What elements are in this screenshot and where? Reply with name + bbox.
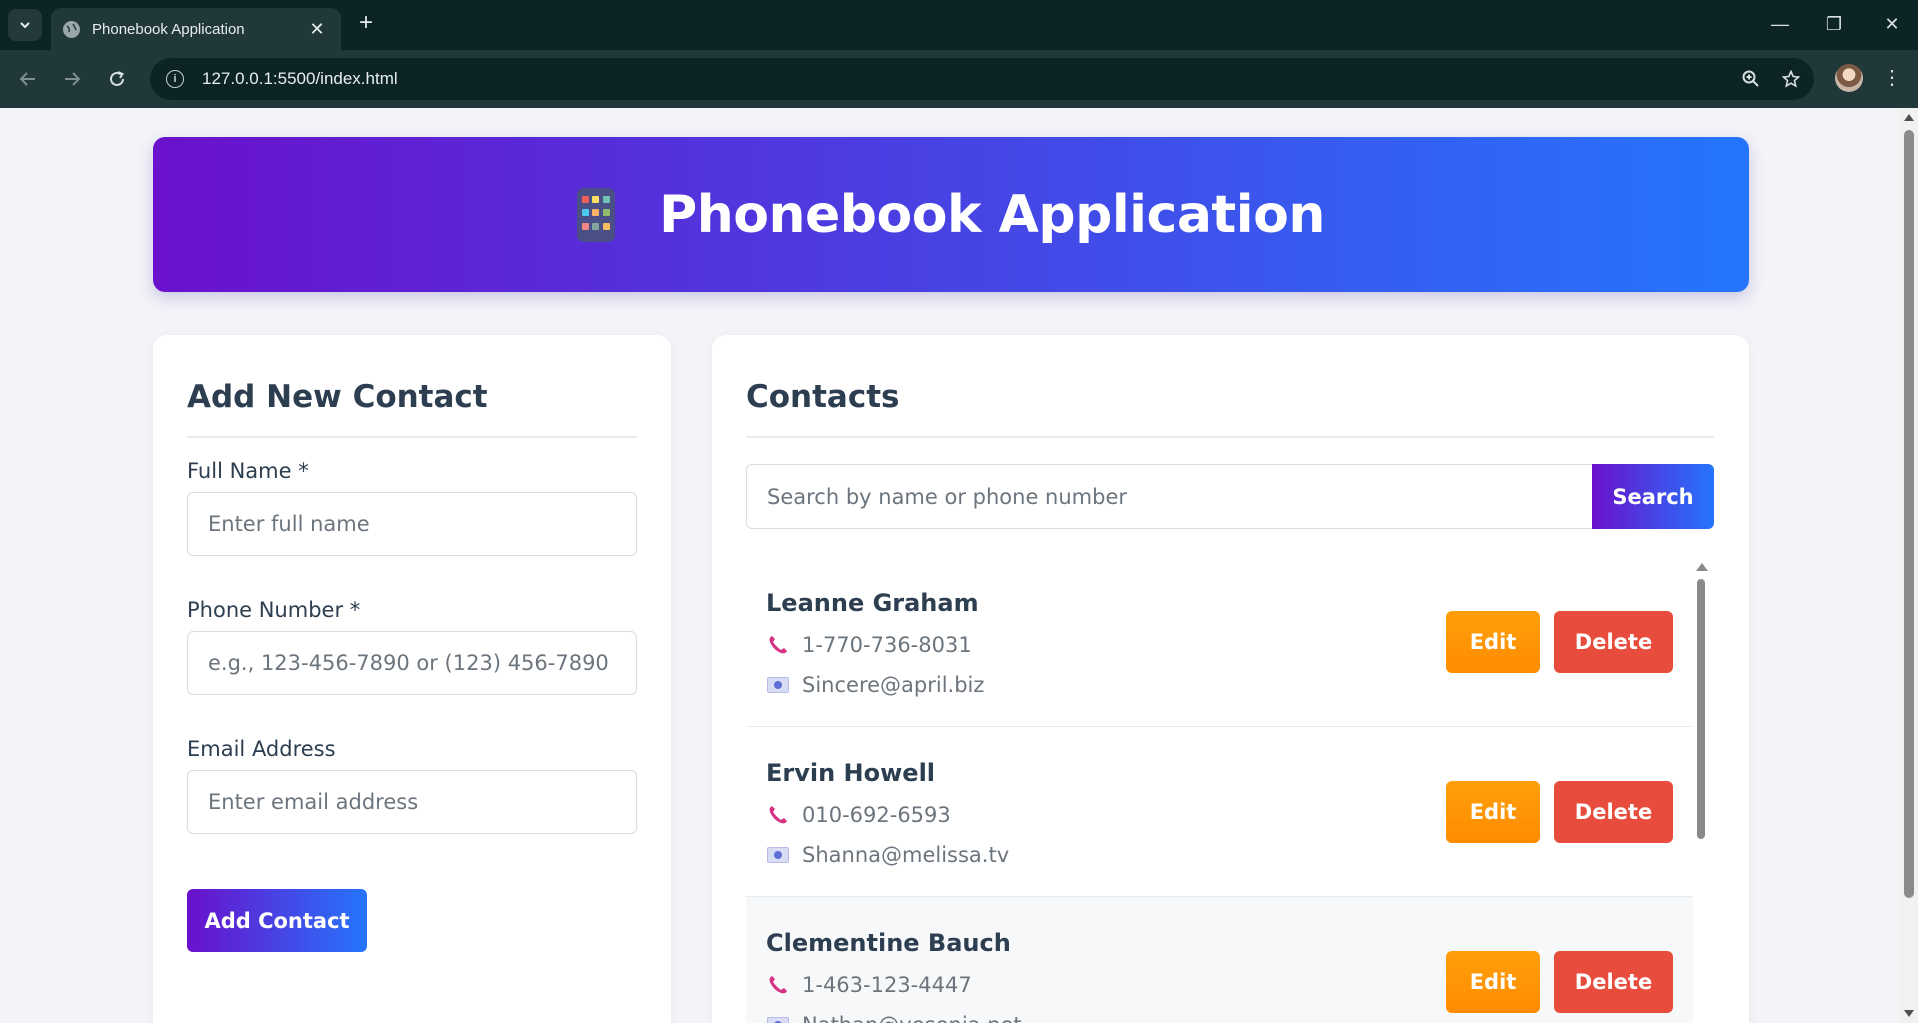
tab-search-button[interactable] bbox=[8, 9, 42, 41]
back-button[interactable] bbox=[12, 63, 44, 95]
edit-button[interactable]: Edit bbox=[1446, 951, 1540, 1013]
close-tab-icon[interactable]: ✕ bbox=[307, 19, 327, 40]
page-viewport: Phonebook Application Add New Contact Fu… bbox=[0, 108, 1900, 1023]
delete-button[interactable]: Delete bbox=[1554, 951, 1673, 1013]
scrollbar-thumb[interactable] bbox=[1904, 130, 1914, 898]
contact-phone: 1-770-736-8031 bbox=[802, 633, 972, 657]
full-name-label: Full Name * bbox=[187, 459, 309, 483]
edit-button[interactable]: Edit bbox=[1446, 781, 1540, 843]
scroll-up-arrow-icon[interactable] bbox=[1696, 563, 1708, 571]
contacts-list-scrollbar[interactable] bbox=[1694, 557, 1708, 1023]
divider bbox=[746, 436, 1714, 438]
contact-name: Clementine Bauch bbox=[766, 929, 1011, 957]
contact-email: Nathan@yesenia.net bbox=[802, 1013, 1022, 1023]
page-scrollbar[interactable] bbox=[1900, 108, 1918, 1023]
envelope-icon bbox=[766, 673, 790, 697]
scroll-up-arrow-icon[interactable] bbox=[1904, 114, 1914, 121]
arrow-right-icon bbox=[65, 72, 81, 86]
telephone-icon bbox=[766, 973, 790, 997]
app-header-banner: Phonebook Application bbox=[153, 137, 1749, 292]
site-info-icon[interactable]: i bbox=[166, 70, 184, 88]
profile-avatar[interactable] bbox=[1835, 64, 1863, 92]
address-bar[interactable]: i 127.0.0.1:5500/index.html bbox=[150, 58, 1814, 100]
add-contact-button[interactable]: Add Contact bbox=[187, 889, 367, 952]
contact-name: Ervin Howell bbox=[766, 759, 936, 787]
tab-title: Phonebook Application bbox=[92, 20, 245, 38]
telephone-icon bbox=[766, 803, 790, 827]
full-name-input[interactable] bbox=[187, 492, 637, 556]
contacts-heading: Contacts bbox=[746, 379, 900, 415]
reload-icon bbox=[110, 71, 124, 86]
contact-email-row: Shanna@melissa.tv bbox=[766, 843, 1009, 867]
contact-phone-row: 010-692-6593 bbox=[766, 803, 951, 827]
contact-item: Leanne Graham 1-770-736-8031 Sincere@apr… bbox=[746, 557, 1693, 727]
contact-phone-row: 1-463-123-4447 bbox=[766, 973, 972, 997]
zoom-icon[interactable] bbox=[1734, 62, 1768, 96]
contact-phone-row: 1-770-736-8031 bbox=[766, 633, 972, 657]
envelope-icon bbox=[766, 843, 790, 867]
bookmark-star-icon[interactable] bbox=[1774, 62, 1808, 96]
contact-item: Clementine Bauch 1-463-123-4447 Nathan@y… bbox=[746, 897, 1693, 1023]
contacts-card: Contacts Search Leanne Graham 1-770-736-… bbox=[712, 335, 1749, 1023]
delete-button[interactable]: Delete bbox=[1554, 611, 1673, 673]
contact-name: Leanne Graham bbox=[766, 589, 979, 617]
browser-menu-icon[interactable]: ⋮ bbox=[1880, 63, 1904, 95]
scroll-down-arrow-icon[interactable] bbox=[1904, 1010, 1914, 1017]
email-address-label: Email Address bbox=[187, 737, 336, 761]
mobile-phone-icon bbox=[577, 187, 616, 242]
contact-email-row: Nathan@yesenia.net bbox=[766, 1013, 1022, 1023]
contacts-list: Leanne Graham 1-770-736-8031 Sincere@apr… bbox=[746, 557, 1693, 1023]
phone-number-input[interactable] bbox=[187, 631, 637, 695]
globe-icon bbox=[63, 20, 80, 38]
edit-button[interactable]: Edit bbox=[1446, 611, 1540, 673]
restore-window-button[interactable]: ❐ bbox=[1814, 10, 1854, 38]
app-title: Phonebook Application bbox=[659, 184, 1325, 245]
minimize-window-button[interactable]: — bbox=[1760, 10, 1800, 38]
contact-phone: 010-692-6593 bbox=[802, 803, 951, 827]
telephone-icon bbox=[766, 633, 790, 657]
contact-item: Ervin Howell 010-692-6593 Shanna@melissa… bbox=[746, 727, 1693, 897]
contact-email: Shanna@melissa.tv bbox=[802, 843, 1010, 867]
contact-email: Sincere@april.biz bbox=[802, 673, 985, 697]
envelope-icon bbox=[766, 1013, 790, 1023]
contact-phone: 1-463-123-4447 bbox=[802, 973, 972, 997]
browser-tab[interactable]: Phonebook Application ✕ bbox=[51, 8, 341, 50]
address-url: 127.0.0.1:5500/index.html bbox=[202, 69, 398, 88]
arrow-left-icon bbox=[19, 72, 35, 86]
chevron-down-icon bbox=[20, 22, 30, 29]
forward-button[interactable] bbox=[56, 63, 88, 95]
browser-tab-strip: Phonebook Application ✕ + — ❐ ✕ bbox=[0, 0, 1918, 50]
email-address-input[interactable] bbox=[187, 770, 637, 834]
browser-toolbar: i 127.0.0.1:5500/index.html ⋮ bbox=[0, 50, 1918, 108]
scrollbar-thumb[interactable] bbox=[1697, 579, 1705, 839]
phone-number-label: Phone Number * bbox=[187, 598, 361, 622]
add-contact-card: Add New Contact Full Name * Phone Number… bbox=[153, 335, 671, 1023]
reload-button[interactable] bbox=[101, 63, 133, 95]
search-button[interactable]: Search bbox=[1592, 464, 1714, 529]
new-tab-button[interactable]: + bbox=[352, 10, 380, 38]
close-window-button[interactable]: ✕ bbox=[1872, 10, 1912, 38]
search-input[interactable] bbox=[746, 464, 1592, 529]
add-contact-heading: Add New Contact bbox=[187, 379, 488, 415]
divider bbox=[187, 436, 637, 438]
delete-button[interactable]: Delete bbox=[1554, 781, 1673, 843]
contact-email-row: Sincere@april.biz bbox=[766, 673, 984, 697]
